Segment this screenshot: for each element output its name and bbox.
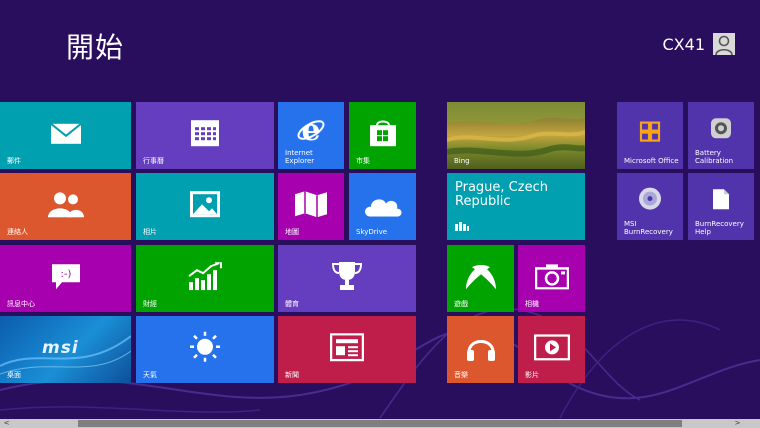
tile-video-label: 影片: [525, 371, 539, 379]
tile-store[interactable]: 市集: [349, 102, 416, 169]
tile-photos-label: 相片: [143, 228, 157, 236]
tile-store-label: 市集: [356, 157, 370, 165]
tile-messaging[interactable]: :-) 訊息中心: [0, 245, 131, 312]
tile-desktop[interactable]: msi 桌面: [0, 316, 131, 383]
messaging-icon: :-): [50, 262, 82, 290]
msi-logo: msi: [42, 338, 79, 358]
tile-news-label: 新聞: [285, 371, 299, 379]
tile-sports-label: 體育: [285, 300, 299, 308]
tile-bing-label: Bing: [454, 157, 470, 165]
newspaper-icon: [330, 332, 364, 361]
tile-bing[interactable]: Bing: [447, 102, 585, 169]
tile-music[interactable]: 音樂: [447, 316, 514, 383]
tile-battery[interactable]: Battery Calibration: [688, 102, 754, 169]
tile-maps[interactable]: 地圖: [278, 173, 344, 240]
battery-calibration-icon: [710, 117, 732, 139]
tile-people-label: 連絡人: [7, 228, 28, 236]
tile-camera[interactable]: 相機: [518, 245, 585, 312]
video-play-icon: [533, 333, 570, 360]
tile-weather-city[interactable]: Prague, Czech Republic: [447, 173, 585, 240]
svg-text:e: e: [301, 115, 320, 145]
office-icon: [639, 120, 661, 142]
tile-camera-label: 相機: [525, 300, 539, 308]
user-name: CX41: [662, 34, 706, 54]
calendar-icon: [190, 119, 220, 147]
tile-mail[interactable]: 郵件: [0, 102, 131, 169]
user-account[interactable]: CX41: [662, 33, 735, 55]
tile-msi-burn-label: MSI BurnRecovery: [624, 220, 673, 236]
tile-burn-help[interactable]: BurnRecovery Help: [688, 173, 754, 240]
start-title: 開始: [66, 31, 125, 64]
tile-news[interactable]: 新聞: [278, 316, 416, 383]
internet-explorer-icon: e: [296, 115, 326, 145]
tile-mail-label: 郵件: [7, 157, 21, 165]
weather-city-name: Prague, Czech Republic: [455, 180, 548, 209]
tile-skydrive-label: SkyDrive: [356, 228, 388, 236]
tile-finance-label: 財經: [143, 300, 157, 308]
tile-weather-label: 天氣: [143, 371, 157, 379]
headphones-icon: [465, 332, 497, 362]
tile-skydrive[interactable]: SkyDrive: [349, 173, 416, 240]
xbox-games-icon: [464, 262, 498, 290]
tile-sports[interactable]: 體育: [278, 245, 416, 312]
tile-music-label: 音樂: [454, 371, 468, 379]
tile-ie[interactable]: e Internet Explorer: [278, 102, 344, 169]
tile-messaging-label: 訊息中心: [7, 300, 35, 308]
tile-msoffice[interactable]: Microsoft Office: [617, 102, 683, 169]
tile-msoffice-label: Microsoft Office: [624, 157, 679, 165]
tile-video[interactable]: 影片: [518, 316, 585, 383]
finance-chart-icon: [188, 261, 222, 290]
weather-app-icon: [455, 216, 469, 235]
svg-text::-): :-): [60, 269, 71, 280]
tile-msi-burn[interactable]: MSI BurnRecovery: [617, 173, 683, 240]
mail-icon: [49, 122, 82, 144]
document-icon: [712, 188, 730, 210]
tile-burn-help-label: BurnRecovery Help: [695, 220, 744, 236]
tile-calendar[interactable]: 行事曆: [136, 102, 274, 169]
tile-weather[interactable]: 天氣: [136, 316, 274, 383]
disc-icon: [638, 186, 662, 210]
tile-maps-label: 地圖: [285, 228, 299, 236]
scroll-left-arrow[interactable]: <: [2, 419, 11, 428]
tile-calendar-label: 行事曆: [143, 157, 164, 165]
horizontal-scrollbar[interactable]: < >: [0, 419, 760, 428]
tile-games-label: 遊戲: [454, 300, 468, 308]
scroll-thumb[interactable]: [78, 420, 682, 427]
maps-icon: [294, 190, 328, 218]
tile-ie-label: Internet Explorer: [285, 149, 315, 165]
sun-icon: [189, 330, 221, 362]
tile-finance[interactable]: 財經: [136, 245, 274, 312]
tile-games[interactable]: 遊戲: [447, 245, 514, 312]
trophy-icon: [331, 261, 363, 291]
tile-photos[interactable]: 相片: [136, 173, 274, 240]
photos-icon: [189, 190, 221, 218]
cloud-icon: [363, 192, 403, 217]
user-avatar-icon: [713, 33, 735, 55]
tile-desktop-label: 桌面: [7, 371, 21, 379]
people-icon: [47, 191, 84, 217]
tile-people[interactable]: 連絡人: [0, 173, 131, 240]
tile-battery-label: Battery Calibration: [695, 149, 734, 165]
camera-icon: [534, 263, 569, 289]
store-bag-icon: [368, 119, 398, 147]
scroll-right-arrow[interactable]: >: [733, 419, 742, 428]
